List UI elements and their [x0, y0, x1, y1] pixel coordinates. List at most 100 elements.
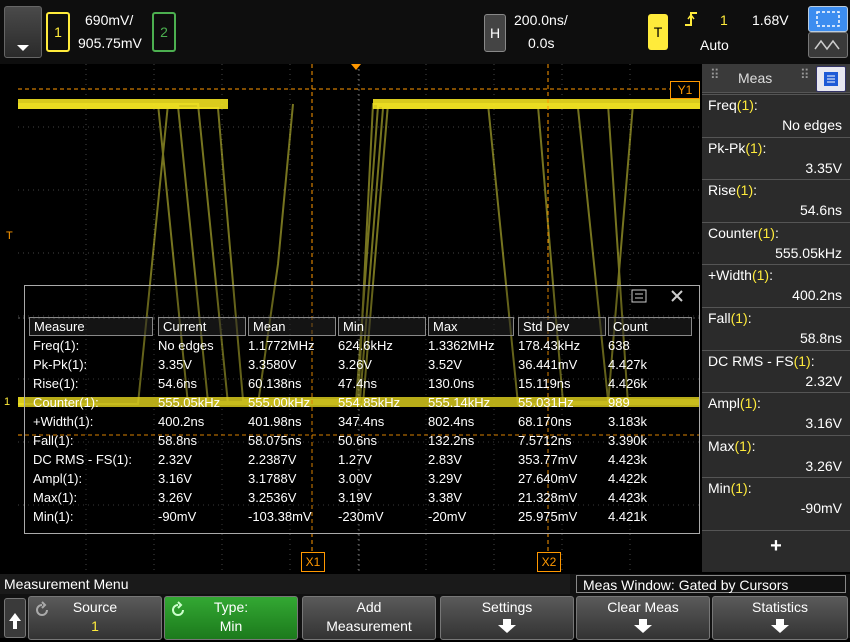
channel1-scale: 690mV/	[85, 12, 134, 28]
table-cell: 624.6kHz	[338, 338, 393, 353]
settings-softkey[interactable]: Settings	[440, 596, 574, 640]
softkey-label: Settings	[481, 599, 533, 615]
measurements-sidebar: Meas ⠿ ⠿ Freq(1): No edges Pk-Pk(1): 3.35V R…	[702, 64, 850, 572]
table-row-label: Max(1):	[33, 490, 78, 505]
table-row-label: Rise(1):	[33, 376, 79, 391]
table-cell: 1.3362MHz	[428, 338, 495, 353]
sidebar-measurement-item[interactable]: DC RMS - FS(1): 2.32V	[702, 349, 850, 393]
table-cell: 3.00V	[338, 471, 372, 486]
header-std-dev: Std Dev	[518, 317, 606, 336]
table-cell: 3.3580V	[248, 357, 297, 372]
table-cell: 3.390k	[608, 433, 648, 448]
sidebar-measurement-item[interactable]: Rise(1): 54.6ns	[702, 179, 850, 222]
sidebar-measurement-item[interactable]: +Width(1): 400.2ns	[702, 264, 850, 307]
table-cell: -103.38mV	[248, 509, 312, 524]
sidebar-measurement-item[interactable]: Ampl(1): 3.16V	[702, 392, 850, 435]
measurement-channel: (1)	[736, 182, 754, 199]
table-cell: 1.27V	[338, 452, 372, 467]
table-cell: 130.0ns	[428, 376, 475, 391]
back-button[interactable]	[4, 598, 26, 638]
trigger-level-marker[interactable]: T	[6, 230, 13, 242]
table-cell: 54.6ns	[158, 376, 198, 391]
channel2-button[interactable]: 2	[152, 12, 176, 52]
table-cell: 347.4ns	[338, 414, 385, 429]
measurement-colon: :	[751, 437, 756, 454]
clear-meas-softkey[interactable]: Clear Meas	[576, 596, 710, 640]
table-cell: 3.29V	[428, 471, 462, 486]
measurement-name: Pk-Pk	[708, 139, 746, 156]
measurement-channel: (1)	[734, 437, 752, 454]
table-cell: 2.2387V	[248, 452, 297, 467]
add-measurement-softkey[interactable]: Add Measurement	[302, 596, 436, 640]
table-row-label: Counter(1):	[33, 395, 99, 410]
table-cell: -20mV	[428, 509, 467, 524]
measurement-name: Freq	[708, 97, 737, 113]
drag-handle-icon[interactable]: ⠿	[800, 67, 810, 83]
cursor-x2-marker[interactable]: X2	[537, 552, 561, 572]
sidebar-measurement-item[interactable]: Min(1): -90mV	[702, 477, 850, 520]
measurement-colon: :	[753, 97, 758, 113]
measurement-value: 3.35V	[805, 159, 842, 176]
zoom-select-button[interactable]	[808, 6, 848, 32]
sidebar-measurement-item[interactable]: Pk-Pk(1): 3.35V	[702, 136, 850, 180]
measurement-label: Counter(1):	[708, 225, 779, 241]
close-icon[interactable]	[669, 288, 685, 304]
type-softkey[interactable]: Type: Min	[164, 596, 298, 640]
table-cell: 4.423k	[608, 452, 648, 467]
table-cell: 58.075ns	[248, 433, 302, 448]
sidebar-measurement-item[interactable]: Fall(1): 58.8ns	[702, 307, 850, 350]
source-softkey[interactable]: Source 1	[28, 596, 162, 640]
measurement-channel: (1)	[793, 352, 811, 369]
measurement-name: Ampl	[708, 395, 740, 412]
table-cell: 400.2ns	[158, 414, 205, 429]
softkey-label: Add	[356, 599, 382, 615]
sidebar-measurement-item[interactable]: Freq(1): No edges	[702, 94, 850, 137]
table-cell: 3.38V	[428, 490, 462, 505]
measurement-name: Max	[708, 437, 735, 454]
header-count: Count	[608, 317, 692, 336]
cursor-x1-marker[interactable]: X1	[301, 552, 325, 572]
sidebar-toggle-button[interactable]	[816, 66, 846, 92]
softkey-value: Measurement	[326, 618, 412, 634]
horizontal-button[interactable]: H	[484, 14, 506, 52]
table-cell: 27.640mV	[518, 471, 578, 486]
measurement-label: Min(1):	[708, 480, 752, 496]
add-measurement-button[interactable]: +	[702, 530, 850, 561]
down-arrow-icon	[771, 619, 789, 633]
table-cell: No edges	[158, 338, 214, 353]
table-cell: 638	[608, 338, 630, 353]
table-cell: 68.170ns	[518, 414, 572, 429]
channel1-button[interactable]: 1	[46, 12, 70, 52]
softkey-value: 1	[91, 618, 99, 634]
drag-handle-icon[interactable]: ⠿	[710, 67, 720, 83]
cursor-y1-marker[interactable]: Y1	[670, 81, 700, 99]
softkey-label: Clear Meas	[607, 599, 679, 615]
trigger-button[interactable]: T	[648, 14, 668, 50]
trigger-source: 1	[720, 12, 728, 28]
table-cell: 3.26V	[338, 357, 372, 372]
table-row-label: Pk-Pk(1):	[33, 357, 88, 372]
table-cell: 4.426k	[608, 376, 648, 391]
main-menu-button[interactable]	[4, 6, 42, 58]
table-cell: 555.00kHz	[248, 395, 311, 410]
measurement-name: +Width	[708, 267, 752, 284]
table-cell: 401.98ns	[248, 414, 302, 429]
up-arrow-icon	[9, 613, 21, 629]
header-max: Max	[428, 317, 514, 336]
softkey-label: Type:	[213, 599, 249, 615]
table-cell: 4.427k	[608, 357, 648, 372]
top-status-bar: 1 690mV/ 905.75mV 2 H 200.0ns/ 0.0s T 1 …	[0, 0, 850, 64]
waveform-mode-button[interactable]	[808, 32, 848, 58]
table-cell: 554.85kHz	[338, 395, 401, 410]
zoom-box-icon	[816, 11, 840, 27]
table-row-label: Ampl(1):	[33, 471, 83, 486]
measurement-value: -90mV	[800, 500, 842, 517]
table-cell: 1.1772MHz	[248, 338, 315, 353]
table-menu-icon[interactable]	[631, 289, 647, 303]
channel1-ground-marker[interactable]: 1	[4, 396, 10, 408]
table-cell: 4.421k	[608, 509, 648, 524]
statistics-softkey[interactable]: Statistics	[712, 596, 848, 640]
sidebar-measurement-item[interactable]: Counter(1): 555.05kHz	[702, 221, 850, 265]
sidebar-measurement-item[interactable]: Max(1): 3.26V	[702, 434, 850, 478]
measurement-label: Max(1):	[708, 438, 755, 454]
